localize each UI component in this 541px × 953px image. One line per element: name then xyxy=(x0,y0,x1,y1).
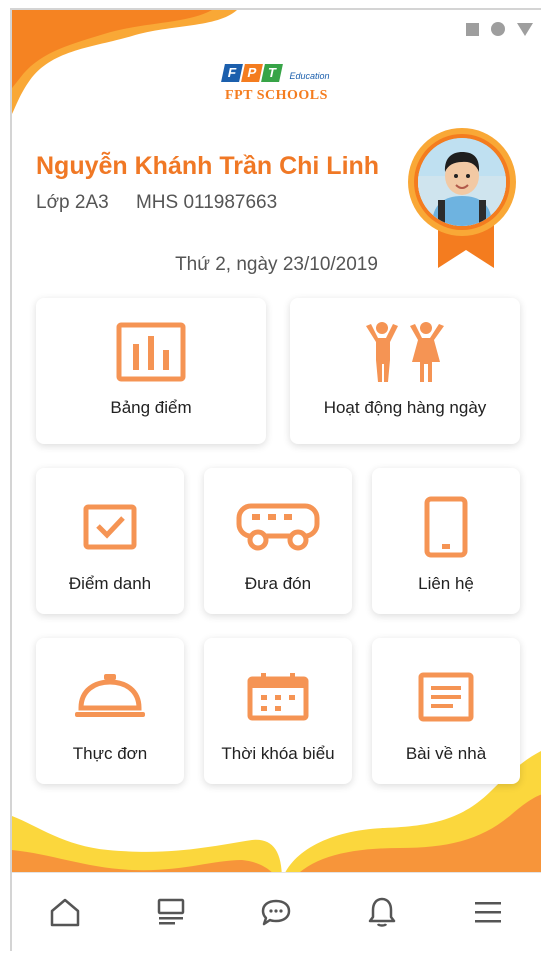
menu-card-label: Đưa đón xyxy=(244,574,312,593)
bar-chart-icon xyxy=(116,322,186,382)
student-name: Nguyễn Khánh Trần Chi Linh xyxy=(36,152,380,180)
menu-card-label: Bảng điểm xyxy=(110,398,192,417)
logo-letter-p: P xyxy=(241,64,264,82)
avatar xyxy=(418,138,506,226)
status-bar xyxy=(466,22,533,36)
recent-apps-icon xyxy=(466,22,479,36)
logo-education-text: Education xyxy=(289,71,330,81)
school-name: FPT SCHOOLS xyxy=(225,88,328,103)
fpt-logo-mark: F P T xyxy=(221,64,284,82)
checkbox-icon xyxy=(83,504,137,550)
menu-card-pickup[interactable]: Đưa đón xyxy=(204,468,352,614)
menu-card-attendance[interactable]: Điểm danh xyxy=(36,468,184,614)
student-class: Lớp 2A3 xyxy=(36,192,109,213)
hamburger-menu-icon xyxy=(475,902,502,923)
child-photo-illustration xyxy=(418,138,506,226)
logo-letter-t: T xyxy=(261,64,284,82)
calendar-icon xyxy=(247,673,309,721)
phone-screen: F P T Education FPT SCHOOLS Nguyễn Khánh… xyxy=(10,8,541,951)
chat-icon xyxy=(262,899,291,926)
menu-card-menu[interactable]: Thực đơn xyxy=(36,638,184,784)
student-avatar-badge[interactable] xyxy=(408,128,524,268)
homework-document-icon xyxy=(418,672,474,722)
fpt-schools-logo: F P T Education FPT SCHOOLS xyxy=(12,64,541,104)
nav-messages[interactable] xyxy=(246,882,306,942)
student-meta: Lớp 2A3 MHS 011987663 xyxy=(36,192,299,214)
phone-icon xyxy=(424,496,468,558)
bus-icon xyxy=(236,503,320,551)
menu-card-label: Thời khóa biểu xyxy=(221,744,335,763)
nav-more[interactable] xyxy=(458,882,518,942)
menu-card-label: Điểm danh xyxy=(68,574,152,593)
menu-card-homework[interactable]: Bài về nhà xyxy=(372,638,520,784)
news-feed-icon xyxy=(157,898,184,925)
logo-letter-f: F xyxy=(221,64,244,82)
menu-card-label: Hoạt động hàng ngày xyxy=(323,398,487,417)
kids-activity-icon xyxy=(366,322,444,382)
menu-card-daily-activities[interactable]: Hoạt động hàng ngày xyxy=(290,298,520,444)
notification-bell-icon xyxy=(369,897,396,927)
student-id: MHS 011987663 xyxy=(135,192,278,213)
nav-home[interactable] xyxy=(35,882,95,942)
back-triangle-icon xyxy=(517,22,533,36)
nav-news[interactable] xyxy=(141,882,201,942)
current-date: Thứ 2, ngày 23/10/2019 xyxy=(175,254,378,275)
menu-card-timetable[interactable]: Thời khóa biểu xyxy=(204,638,352,784)
home-circle-icon xyxy=(491,22,505,36)
bottom-navigation xyxy=(12,872,541,951)
menu-card-grades[interactable]: Bảng điểm xyxy=(36,298,266,444)
menu-card-label: Bài về nhà xyxy=(405,744,487,763)
nav-notifications[interactable] xyxy=(352,882,412,942)
menu-card-label: Liên hệ xyxy=(418,574,474,593)
menu-card-contact[interactable]: Liên hệ xyxy=(372,468,520,614)
menu-card-label: Thực đơn xyxy=(72,744,148,763)
home-icon xyxy=(50,898,80,927)
food-cloche-icon xyxy=(75,674,145,717)
